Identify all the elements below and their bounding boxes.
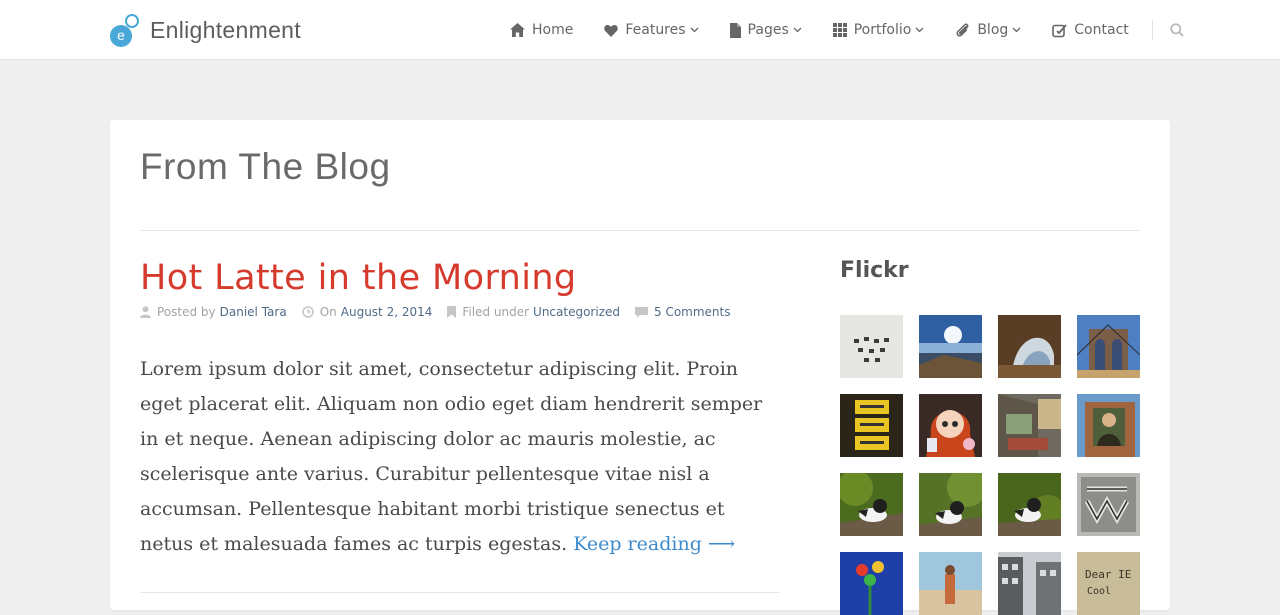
flickr-widget-title: Flickr [840, 258, 909, 283]
author-link[interactable]: Daniel Tara [220, 305, 287, 319]
site-header: e Enlightenment Home Features Pages Port… [0, 0, 1280, 60]
flickr-photo-16[interactable]: Dear IE Cool [1077, 552, 1140, 615]
post-excerpt: Lorem ipsum dolor sit amet, consectetur … [140, 352, 780, 562]
flickr-photo-7[interactable] [998, 394, 1061, 457]
flickr-photo-10[interactable] [919, 473, 982, 536]
flickr-photo-11[interactable] [998, 473, 1061, 536]
nav-label-blog: Blog [977, 22, 1009, 38]
keep-reading-link[interactable]: Keep reading ⟶ [573, 533, 735, 555]
post-excerpt-text: Lorem ipsum dolor sit amet, consectetur … [140, 358, 763, 555]
meta-author: Posted by Daniel Tara [140, 305, 287, 319]
flickr-photo-6[interactable] [919, 394, 982, 457]
site-name: Enlightenment [150, 16, 301, 43]
clock-icon [301, 306, 314, 318]
page-title: From The Blog [140, 146, 391, 187]
chevron-down-icon [1012, 27, 1021, 33]
date-link[interactable]: August 2, 2014 [341, 305, 433, 319]
chevron-down-icon [690, 27, 699, 33]
flickr-photo-1[interactable] [840, 315, 903, 378]
flickr-photo-14[interactable] [919, 552, 982, 615]
posted-by-label: Posted by [157, 305, 216, 319]
flickr-photo-4[interactable] [1077, 315, 1140, 378]
home-icon [510, 23, 525, 37]
flickr-photo-8[interactable] [1077, 394, 1140, 457]
search-icon [1170, 23, 1184, 37]
category-link[interactable]: Uncategorized [533, 305, 620, 319]
post-title[interactable]: Hot Latte in the Morning [140, 258, 577, 298]
nav-label-contact: Contact [1074, 22, 1129, 38]
site-logo[interactable]: e Enlightenment [110, 12, 301, 48]
nav-item-portfolio[interactable]: Portfolio [832, 22, 925, 38]
bookmark-icon [447, 306, 457, 318]
nav-item-features[interactable]: Features [604, 22, 699, 38]
post-meta: Posted by Daniel Tara On August 2, 2014 … [140, 305, 746, 319]
grid-icon [832, 23, 847, 37]
nav-label-features: Features [625, 22, 686, 38]
paperclip-icon [956, 23, 969, 37]
flickr-photo-13[interactable] [840, 552, 903, 615]
nav-label-portfolio: Portfolio [853, 22, 912, 38]
flickr-photo-3[interactable] [998, 315, 1061, 378]
post-divider [140, 592, 780, 593]
meta-comments: 5 Comments [635, 305, 731, 319]
nav-item-blog[interactable]: Blog [955, 22, 1021, 38]
user-icon [140, 306, 151, 318]
filed-under-label: Filed under [462, 305, 530, 319]
nav-divider [1151, 20, 1153, 40]
nav-item-pages[interactable]: Pages [729, 22, 802, 38]
flickr-photo-9[interactable] [840, 473, 903, 536]
chevron-down-icon [793, 27, 802, 33]
comment-icon [635, 306, 648, 318]
svg-text:Cool: Cool [1087, 586, 1111, 597]
flickr-photo-2[interactable] [919, 315, 982, 378]
nav-label-pages: Pages [747, 22, 789, 38]
chevron-down-icon [915, 27, 924, 33]
meta-category: Filed under Uncategorized [447, 305, 620, 319]
title-divider [140, 230, 1140, 231]
photo-16-text: Dear IE [1085, 568, 1131, 581]
nav-label-home: Home [532, 22, 574, 38]
heart-icon [604, 24, 619, 37]
edit-icon [1052, 23, 1067, 37]
file-icon [729, 22, 741, 38]
logo-mark-icon: e [110, 13, 144, 47]
nav-item-home[interactable]: Home [510, 22, 573, 38]
search-button[interactable] [1170, 23, 1184, 37]
meta-date: On August 2, 2014 [301, 305, 433, 319]
flickr-photo-5[interactable] [840, 394, 903, 457]
flickr-photo-15[interactable] [998, 552, 1061, 615]
on-label: On [319, 305, 337, 319]
comments-link[interactable]: 5 Comments [654, 305, 731, 319]
nav-item-contact[interactable]: Contact [1052, 22, 1129, 38]
content-card: From The Blog Hot Latte in the Morning P… [110, 120, 1170, 615]
main-nav: Home Features Pages Portfolio Blog Conta… [510, 0, 1184, 60]
flickr-grid: Dear IE Cool [840, 315, 1140, 615]
flickr-photo-12[interactable] [1077, 473, 1140, 536]
